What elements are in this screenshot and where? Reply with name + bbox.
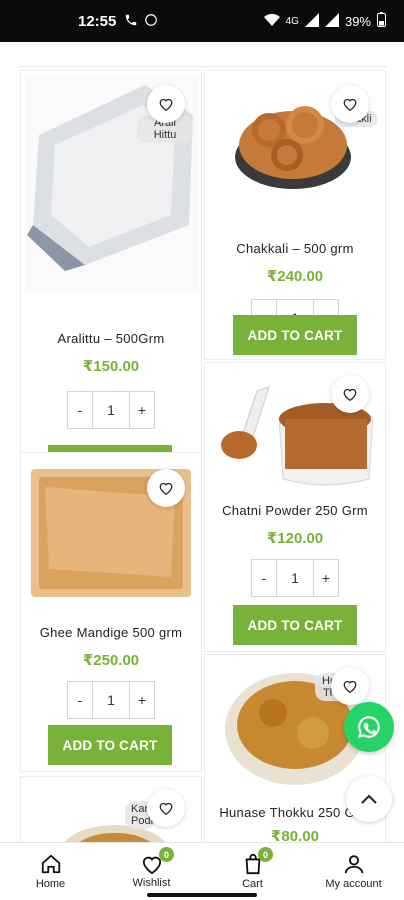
product-card[interactable]: Chakli Chakkali – 500 grm ₹240.00 - 1 + … <box>204 70 386 360</box>
signal-icon <box>304 12 319 30</box>
heart-icon <box>343 98 357 111</box>
qty-value[interactable]: 1 <box>277 559 313 597</box>
whatsapp-status-icon <box>144 13 158 30</box>
wifi-icon <box>263 13 280 29</box>
quantity-stepper: - 1 + <box>251 559 339 597</box>
quantity-stepper: - 1 + <box>67 681 155 719</box>
signal-icon-2 <box>324 12 339 30</box>
phone-icon <box>124 13 138 30</box>
qty-plus-button[interactable]: + <box>129 681 155 719</box>
add-to-cart-button[interactable]: ADD TO CART <box>233 605 357 645</box>
whatsapp-icon <box>358 716 380 738</box>
whatsapp-chat-button[interactable] <box>344 702 394 752</box>
product-card[interactable]: Ghee Mandige 500 grm ₹250.00 - 1 + ADD T… <box>20 452 202 772</box>
scroll-to-top-button[interactable] <box>346 776 392 822</box>
product-name[interactable]: Aralittu – 500Grm <box>21 331 201 346</box>
battery-icon <box>377 12 386 30</box>
qty-plus-button[interactable]: + <box>129 391 155 429</box>
heart-icon <box>343 388 357 401</box>
heart-icon <box>159 98 173 111</box>
nav-home[interactable]: Home <box>0 843 101 900</box>
heart-icon <box>159 482 173 495</box>
heart-icon <box>343 680 357 693</box>
qty-minus-button[interactable]: - <box>67 391 93 429</box>
battery-percent: 39% <box>344 13 371 29</box>
status-right-icons: 4G 39% <box>263 12 386 30</box>
add-to-cart-button[interactable]: ADD TO CART <box>233 315 357 355</box>
product-price: ₹240.00 <box>266 268 324 285</box>
status-left-icons <box>124 13 158 30</box>
wishlist-heart-button[interactable] <box>331 667 369 705</box>
product-card[interactable]: Chatni Powder 250 Grm ₹120.00 - 1 + ADD … <box>204 362 386 652</box>
product-price: ₹150.00 <box>82 358 140 375</box>
wishlist-count-badge: 0 <box>159 847 174 862</box>
heart-icon <box>159 802 173 815</box>
nav-cart[interactable]: 0 Cart <box>202 843 303 900</box>
nav-wishlist[interactable]: 0 Wishlist <box>101 843 202 900</box>
product-card[interactable]: Kara Podi <box>20 776 202 842</box>
product-grid: Arali Hittu Aralittu – 500Grm ₹150.00 - … <box>0 42 404 842</box>
qty-value[interactable]: 1 <box>93 681 129 719</box>
wishlist-heart-button[interactable] <box>331 375 369 413</box>
qty-minus-button[interactable]: - <box>67 681 93 719</box>
chevron-up-icon <box>361 794 377 804</box>
product-name[interactable]: Chatni Powder 250 Grm <box>205 503 385 518</box>
wishlist-heart-button[interactable] <box>147 85 185 123</box>
cart-count-badge: 0 <box>258 847 273 862</box>
bottom-navigation: Home 0 Wishlist 0 Cart My account <box>0 842 404 900</box>
nav-wishlist-label: Wishlist <box>132 877 171 889</box>
product-name[interactable]: Chakkali – 500 grm <box>205 241 385 256</box>
nav-account-label: My account <box>325 878 382 890</box>
product-price: ₹80.00 <box>271 828 319 842</box>
qty-value[interactable]: 1 <box>93 391 129 429</box>
wishlist-heart-button[interactable] <box>147 789 185 827</box>
add-to-cart-button[interactable]: ADD TO CART <box>48 725 172 765</box>
home-indicator <box>147 893 257 897</box>
product-card[interactable]: Arali Hittu Aralittu – 500Grm ₹150.00 - … <box>20 70 202 485</box>
nav-cart-label: Cart <box>242 878 263 890</box>
product-price: ₹120.00 <box>266 530 324 547</box>
product-price: ₹250.00 <box>82 652 140 669</box>
status-time: 12:55 <box>78 12 117 30</box>
qty-plus-button[interactable]: + <box>313 559 339 597</box>
wishlist-heart-button[interactable] <box>147 469 185 507</box>
nav-home-label: Home <box>35 878 66 890</box>
divider <box>18 66 386 67</box>
quantity-stepper: - 1 + <box>67 391 155 429</box>
qty-minus-button[interactable]: - <box>251 559 277 597</box>
product-name[interactable]: Ghee Mandige 500 grm <box>21 625 201 640</box>
nav-account[interactable]: My account <box>303 843 404 900</box>
home-icon <box>41 854 60 874</box>
status-bar: 12:55 4G 39% <box>0 0 404 42</box>
wishlist-heart-button[interactable] <box>331 85 369 123</box>
network-type: 4G <box>285 15 299 27</box>
user-icon <box>344 855 363 874</box>
